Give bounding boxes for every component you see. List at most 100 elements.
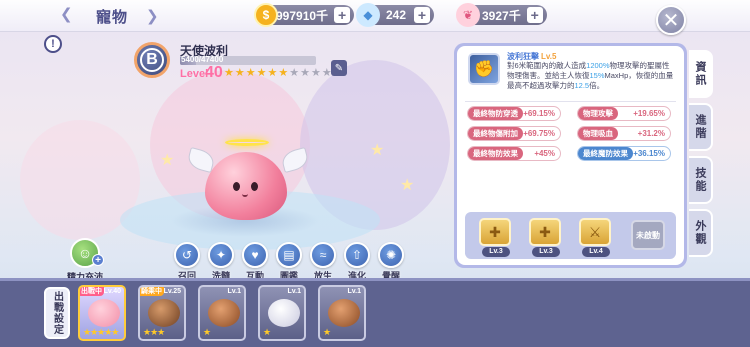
pet-mouth <box>242 194 248 197</box>
codex-icon: ▤ <box>276 242 302 268</box>
feed-plus: + <box>92 254 104 266</box>
feather-value: 3927千 <box>482 8 521 23</box>
star-empty-icon: ★ <box>311 67 321 79</box>
feed-button[interactable]: ☺ + 精力充沛 <box>60 238 110 283</box>
skill-icon[interactable]: ✊ <box>468 53 500 85</box>
edit-name-button[interactable]: ✎ <box>331 60 347 76</box>
pet-avatar <box>208 299 240 327</box>
recall-button[interactable]: ↺ 召回 <box>173 242 201 282</box>
slot-stars: ★★★★★ <box>83 327 119 337</box>
currency-feather: ❦ 3927千 + <box>456 3 547 27</box>
diamond-value: 242 <box>386 8 407 22</box>
pet-eye-left <box>233 182 240 191</box>
stat-item: 物理攻擊 +19.65% <box>577 106 671 121</box>
skill-desc-part: 倍。 <box>589 81 605 90</box>
slot-level: Lv.1 <box>287 288 302 295</box>
pet-avatar <box>328 299 360 327</box>
currency-gold: $ 997910千 + <box>254 3 355 27</box>
battle-settings-button[interactable]: 出戰設定 <box>44 287 70 339</box>
tab-info[interactable]: 資訊 <box>689 50 713 98</box>
release-icon: ≈ <box>310 242 336 268</box>
stat-value: +69.15% <box>523 109 555 118</box>
star-filled-icon: ★ <box>224 67 234 79</box>
star-filled-icon: ★ <box>234 67 245 79</box>
star-filled-icon: ★ <box>256 67 267 79</box>
feather-token-icon: ❦ <box>456 3 480 27</box>
awaken-button[interactable]: ✺ 覺醒 <box>377 242 405 282</box>
gold-value: 997910千 <box>276 8 329 23</box>
star-filled-icon: ★ <box>245 67 256 79</box>
slot-tag: 騎乘中 <box>140 287 164 296</box>
wash-button[interactable]: ✦ 洗髓 <box>207 242 235 282</box>
close-button[interactable]: ✕ <box>656 5 686 35</box>
rune-icon: ✚ <box>529 218 561 246</box>
slot-tag: 出戰中 <box>80 287 104 296</box>
pet-avatar <box>268 299 300 327</box>
interact-button[interactable]: ♥ 互動 <box>241 242 269 282</box>
awaken-icon: ✺ <box>378 242 404 268</box>
currency-diamond: ◆ 242 + <box>356 3 434 27</box>
pet-slot[interactable]: Lv.1 ★ <box>258 285 306 341</box>
info-panel: ✊ 波利狂擊 Lv.5 對6米範圍內的敵人造成1200%物理攻擊的聖屬性物理傷害。… <box>454 43 687 268</box>
exp-text: 5400/47400 <box>181 55 224 64</box>
tab-appearance[interactable]: 外觀 <box>689 209 713 257</box>
gold-coin-icon: $ <box>254 3 278 27</box>
stat-item: 物理吸血 +31.2% <box>577 126 671 141</box>
wing-right-icon: ❯ <box>146 8 159 25</box>
slot-level: Lv.1 <box>347 288 362 295</box>
pet-list-border <box>0 278 750 281</box>
rune-slot[interactable]: ✚ Lv.3 <box>479 218 513 257</box>
recall-icon: ↺ <box>174 242 200 268</box>
pet-halo <box>225 139 269 146</box>
action-bar: ↺ 召回 ✦ 洗髓 ♥ 互動 ▤ 圖鑑 ≈ 放生 ⇧ 進化 ✺ 覺醒 <box>173 242 405 282</box>
pet-slot[interactable]: Lv.1 ★ <box>318 285 366 341</box>
stat-item: 最終物傷附加 +69.75% <box>467 126 561 141</box>
stat-key: 物理吸血 <box>578 127 618 140</box>
wing-left-icon: ❮ <box>60 6 73 23</box>
stat-item: 最終物防效果 +45% <box>467 146 561 161</box>
skill-desc-highlight: 15% <box>589 71 605 80</box>
slot-stars: ★ <box>203 327 211 337</box>
pet-slot[interactable]: 騎乘中 Lv.25 ★★★ <box>138 285 186 341</box>
star-filled-icon: ★ <box>278 67 289 79</box>
slot-stars: ★ <box>323 327 331 337</box>
pet-slot[interactable]: Lv.1 ★ <box>198 285 246 341</box>
level-value: 40 <box>205 64 223 81</box>
slot-stars: ★★★ <box>143 327 165 337</box>
pet-slot[interactable]: 出戰中 Lv.40 ★★★★★ <box>78 285 126 341</box>
rune-slot-inactive[interactable]: 未啟動 <box>631 220 665 250</box>
pet-eye-right <box>251 182 258 191</box>
tab-skill[interactable]: 技能 <box>689 156 713 204</box>
tab-advance[interactable]: 進階 <box>689 103 713 151</box>
rune-level: Lv.3 <box>482 247 510 257</box>
stat-value: +19.65% <box>633 109 665 118</box>
add-feather-button[interactable]: + <box>526 7 543 23</box>
skill-name: 波利狂擊 <box>507 52 539 61</box>
star-rating: ★ ★ ★ ★ ★ ★ ★ ★ ★ ★ <box>224 68 332 79</box>
slot-stars: ★ <box>263 327 271 337</box>
skill-desc-part: 對6米範圍內的敵人造成 <box>507 61 587 70</box>
evolve-icon: ⇧ <box>344 242 370 268</box>
skill-desc-highlight: 12.5 <box>574 81 590 90</box>
stat-value: +45% <box>534 149 555 158</box>
stat-key: 物理攻擊 <box>578 107 618 120</box>
star-empty-icon: ★ <box>289 67 300 79</box>
stat-key: 最終物防穿透 <box>468 107 523 120</box>
release-button[interactable]: ≈ 放生 <box>309 242 337 282</box>
grade-badge: B <box>134 42 170 78</box>
rune-icon: ⚔ <box>579 218 611 246</box>
add-diamond-button[interactable]: + <box>414 7 430 23</box>
codex-button[interactable]: ▤ 圖鑑 <box>275 242 303 282</box>
stat-key: 最終魔防效果 <box>578 147 633 160</box>
add-gold-button[interactable]: + <box>334 7 351 23</box>
stat-value: +31.2% <box>637 129 665 138</box>
info-icon[interactable]: ! <box>44 35 62 53</box>
evolve-button[interactable]: ⇧ 進化 <box>343 242 371 282</box>
interact-icon: ♥ <box>242 242 268 268</box>
rune-slot[interactable]: ⚔ Lv.4 <box>579 218 613 257</box>
page-title: 寵物 <box>96 9 129 26</box>
rune-slot[interactable]: ✚ Lv.3 <box>529 218 563 257</box>
skill-desc-highlight: 1200% <box>586 61 610 70</box>
stat-item: 最終魔防效果 +36.15% <box>577 146 671 161</box>
stat-item: 最終物防穿透 +69.15% <box>467 106 561 121</box>
